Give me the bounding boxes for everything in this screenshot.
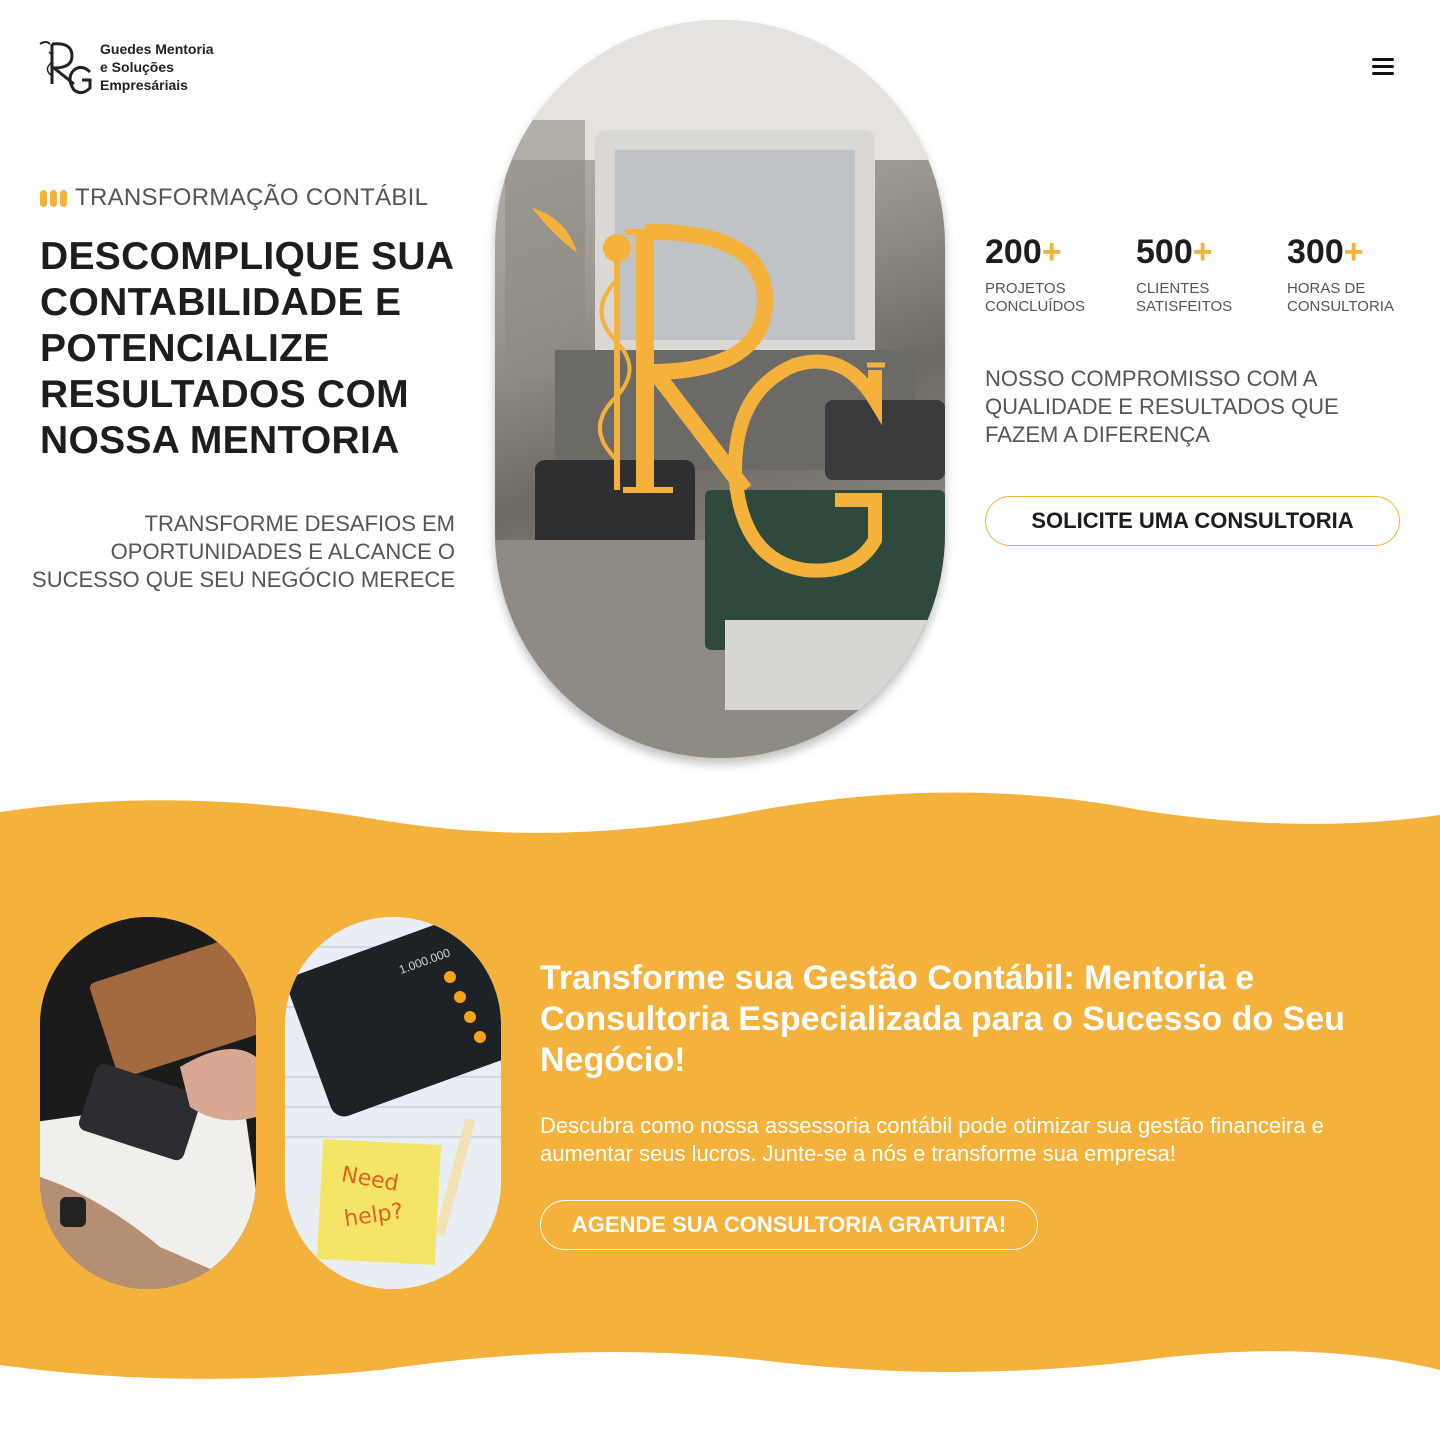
stat-clients: 500+ CLIENTES SATISFEITOS — [1136, 232, 1287, 316]
brand-name: Guedes Mentoria e Soluções Empresáriais — [100, 40, 214, 94]
hero-title: DESCOMPLIQUE SUA CONTABILIDADE E POTENCI… — [40, 235, 453, 462]
brand-name-line3: Empresáriais — [100, 77, 188, 93]
stats-row: 200+ PROJETOS CONCLUÍDOS 500+ CLIENTES S… — [985, 232, 1438, 316]
hero-image — [495, 20, 945, 758]
eyebrow-text: TRANSFORMAÇÃO CONTÁBIL — [75, 184, 429, 211]
stat-plus: + — [1041, 233, 1062, 271]
stat-plus: + — [1192, 233, 1213, 271]
stat-label: CLIENTES SATISFEITOS — [1136, 280, 1233, 315]
stat-projects: 200+ PROJETOS CONCLUÍDOS — [985, 232, 1136, 316]
commitment-text: NOSSO COMPROMISSO COM A QUALIDADE E RESU… — [985, 366, 1339, 447]
brand-name-line2: e Soluções — [100, 59, 174, 75]
stat-plus: + — [1343, 233, 1364, 271]
schedule-free-consultation-button[interactable]: AGENDE SUA CONSULTORIA GRATUITA! — [540, 1200, 1038, 1250]
need-help-note-image: 1.000.000 Need help? — [285, 917, 501, 1289]
rg-monogram-icon — [38, 38, 94, 96]
stat-value: 200 — [985, 233, 1042, 271]
section-title: Transforme sua Gestão Contábil: Mentoria… — [540, 959, 1345, 1079]
section-description: Descubra como nossa assessoria contábil … — [540, 1113, 1324, 1166]
brand-logo[interactable]: Guedes Mentoria e Soluções Empresáriais — [38, 38, 214, 96]
hero-subtitle: TRANSFORME DESAFIOS EM OPORTUNIDADES E A… — [32, 511, 455, 592]
request-consultation-button[interactable]: SOLICITE UMA CONSULTORIA — [985, 496, 1400, 546]
stat-value: 500 — [1136, 233, 1193, 271]
hero-eyebrow: TRANSFORMAÇÃO CONTÁBIL — [40, 184, 428, 212]
stat-label: PROJETOS CONCLUÍDOS — [985, 280, 1086, 315]
stat-value: 300 — [1287, 233, 1344, 271]
brand-name-line1: Guedes Mentoria — [100, 41, 214, 57]
stat-label: HORAS DE CONSULTORIA — [1287, 280, 1394, 315]
bars-icon — [40, 189, 67, 207]
hamburger-menu-icon[interactable] — [1366, 52, 1402, 82]
calculator-hands-image — [40, 917, 256, 1289]
stat-hours: 300+ HORAS DE CONSULTORIA — [1287, 232, 1438, 316]
